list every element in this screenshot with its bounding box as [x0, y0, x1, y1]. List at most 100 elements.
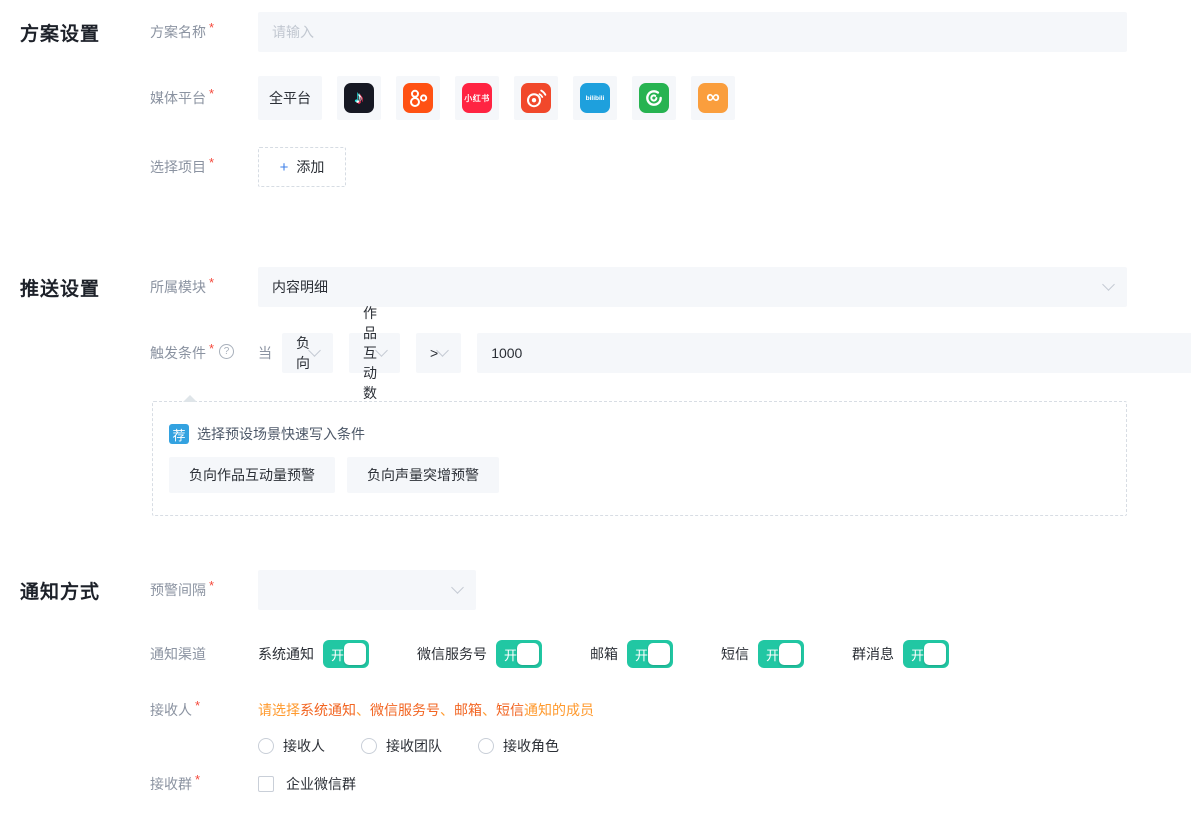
add-project-button[interactable]: + 添加 — [258, 147, 346, 187]
module-select[interactable]: 内容明细 — [258, 267, 1127, 307]
channel-name: 群消息 — [852, 646, 894, 662]
bilibili-icon: bilibili — [580, 83, 610, 113]
preset-scenes-panel: 荐 选择预设场景快速写入条件 负向作品互动量预警 负向声量突增预警 — [152, 395, 1127, 516]
required-asterisk: * — [209, 155, 215, 170]
recipients-label: 接收人 — [150, 702, 192, 718]
radio-label: 接收角色 — [503, 738, 559, 754]
platform-tile-green-swirl[interactable] — [632, 76, 676, 120]
select-project-row: 选择项目 * + 添加 — [0, 147, 1191, 187]
toggle-knob — [344, 643, 366, 665]
threshold-input[interactable] — [477, 333, 1191, 373]
radio-icon — [478, 738, 494, 754]
receive-group-label: 接收群 — [150, 776, 192, 792]
xiaohongshu-wordmark: 小红书 — [464, 93, 490, 103]
required-asterisk: * — [209, 86, 215, 101]
interval-label-cell: 预警间隔 * — [150, 578, 258, 600]
add-project-button-label: 添加 — [296, 159, 325, 175]
wecom-group-checkbox[interactable] — [258, 776, 274, 792]
recipients-label-cell: 接收人 * — [150, 699, 258, 720]
receive-group-row: 接收群 * 企业微信群 — [0, 772, 1191, 794]
channel-name: 系统通知 — [258, 646, 314, 662]
section-title-push-settings: 推送设置 — [20, 278, 101, 300]
required-asterisk: * — [195, 772, 201, 787]
plus-icon: + — [279, 158, 289, 176]
hint-keyword-system: 系统通知 — [300, 702, 356, 718]
channel-wechat-service: 微信服务号 开 — [417, 640, 542, 668]
email-toggle[interactable]: 开 — [627, 640, 673, 668]
platform-tile-douyin[interactable]: ♪ — [337, 76, 381, 120]
wecom-group-checkbox-label: 企业微信群 — [286, 776, 356, 792]
platform-tile-xiaohongshu[interactable]: 小红书 — [455, 76, 499, 120]
radio-receiver-person[interactable]: 接收人 — [258, 736, 325, 756]
plan-name-label: 方案名称 — [150, 24, 206, 40]
kuaishou-icon — [403, 83, 433, 113]
required-asterisk: * — [209, 578, 215, 593]
hint-keyword-sms: 短信 — [496, 702, 524, 718]
section-title-notify-method: 通知方式 — [20, 581, 101, 603]
hint-prefix: 请选择 — [258, 702, 300, 718]
chevron-down-icon — [451, 581, 464, 594]
radio-receiver-role[interactable]: 接收角色 — [478, 736, 559, 756]
interval-label: 预警间隔 — [150, 582, 206, 598]
toggle-knob — [517, 643, 539, 665]
preset-option-negative-interaction[interactable]: 负向作品互动量预警 — [169, 457, 335, 493]
platform-tile-kuaishou[interactable] — [396, 76, 440, 120]
metric-select[interactable]: 作品互动数 — [349, 305, 400, 401]
channel-system-notify: 系统通知 开 — [258, 640, 369, 668]
toggle-knob — [779, 643, 801, 665]
radio-icon — [361, 738, 377, 754]
recipient-type-row: 接收人 接收团队 接收角色 — [0, 736, 1191, 756]
trigger-condition-row: 触发条件 * ? 当 负向 作品互动数 > 时 + — [0, 305, 1191, 401]
chevron-down-icon — [308, 344, 321, 357]
infinity-glyph: ∞ — [706, 86, 720, 108]
group-message-toggle[interactable]: 开 — [903, 640, 949, 668]
all-platforms-button[interactable]: 全平台 — [258, 76, 322, 120]
xiaohongshu-icon: 小红书 — [462, 83, 492, 113]
toggle-knob — [924, 643, 946, 665]
platform-tile-weibo[interactable] — [514, 76, 558, 120]
plan-name-input[interactable] — [258, 12, 1127, 52]
channel-email: 邮箱 开 — [590, 640, 673, 668]
channel-name: 邮箱 — [590, 646, 618, 662]
preset-option-negative-volume[interactable]: 负向声量突增预警 — [347, 457, 499, 493]
channel-group-message: 群消息 开 — [852, 640, 949, 668]
system-notify-toggle[interactable]: 开 — [323, 640, 369, 668]
wechat-service-toggle[interactable]: 开 — [496, 640, 542, 668]
sms-toggle[interactable]: 开 — [758, 640, 804, 668]
hint-separator: 、 — [440, 702, 454, 718]
recommend-badge-icon: 荐 — [169, 424, 189, 444]
trigger-label: 触发条件 — [150, 345, 206, 361]
media-platform-row: 媒体平台 * 全平台 ♪ 小红书 bilibili ∞ — [0, 76, 1191, 120]
toggle-on-label: 开 — [331, 647, 345, 663]
interval-select[interactable] — [258, 570, 476, 610]
panel-caret-up-icon — [183, 395, 197, 402]
channels-label: 通知渠道 — [150, 646, 206, 662]
plan-name-label-cell: 方案名称 * — [150, 21, 258, 42]
toggle-on-label: 开 — [766, 647, 780, 663]
alert-interval-row: 通知方式 预警间隔 * — [0, 570, 1191, 610]
module-select-value: 内容明细 — [272, 279, 328, 295]
platform-tile-bilibili[interactable]: bilibili — [573, 76, 617, 120]
radio-receiver-team[interactable]: 接收团队 — [361, 736, 442, 756]
module-label: 所属模块 — [150, 279, 206, 295]
trigger-label-cell: 触发条件 * ? — [150, 342, 258, 363]
preset-hint-text: 选择预设场景快速写入条件 — [197, 426, 365, 442]
douyin-note-glyph: ♪ — [354, 88, 364, 107]
help-question-icon[interactable]: ? — [219, 344, 235, 359]
metric-select-value: 作品互动数 — [363, 305, 377, 401]
channel-name: 微信服务号 — [417, 646, 487, 662]
receive-group-label-cell: 接收群 * — [150, 772, 258, 794]
hint-suffix: 通知的成员 — [524, 702, 594, 718]
sentiment-select[interactable]: 负向 — [282, 333, 333, 373]
select-project-label: 选择项目 — [150, 159, 206, 175]
required-asterisk: * — [209, 275, 215, 290]
channels-label-cell: 通知渠道 — [150, 644, 258, 664]
radio-icon — [258, 738, 274, 754]
radio-label: 接收人 — [283, 738, 325, 754]
operator-select[interactable]: > — [416, 333, 462, 373]
radio-label: 接收团队 — [386, 738, 442, 754]
douyin-icon: ♪ — [344, 83, 374, 113]
hint-separator: 、 — [356, 702, 370, 718]
bilibili-wordmark: bilibili — [585, 94, 605, 102]
platform-tile-wechat-channels[interactable]: ∞ — [691, 76, 735, 120]
